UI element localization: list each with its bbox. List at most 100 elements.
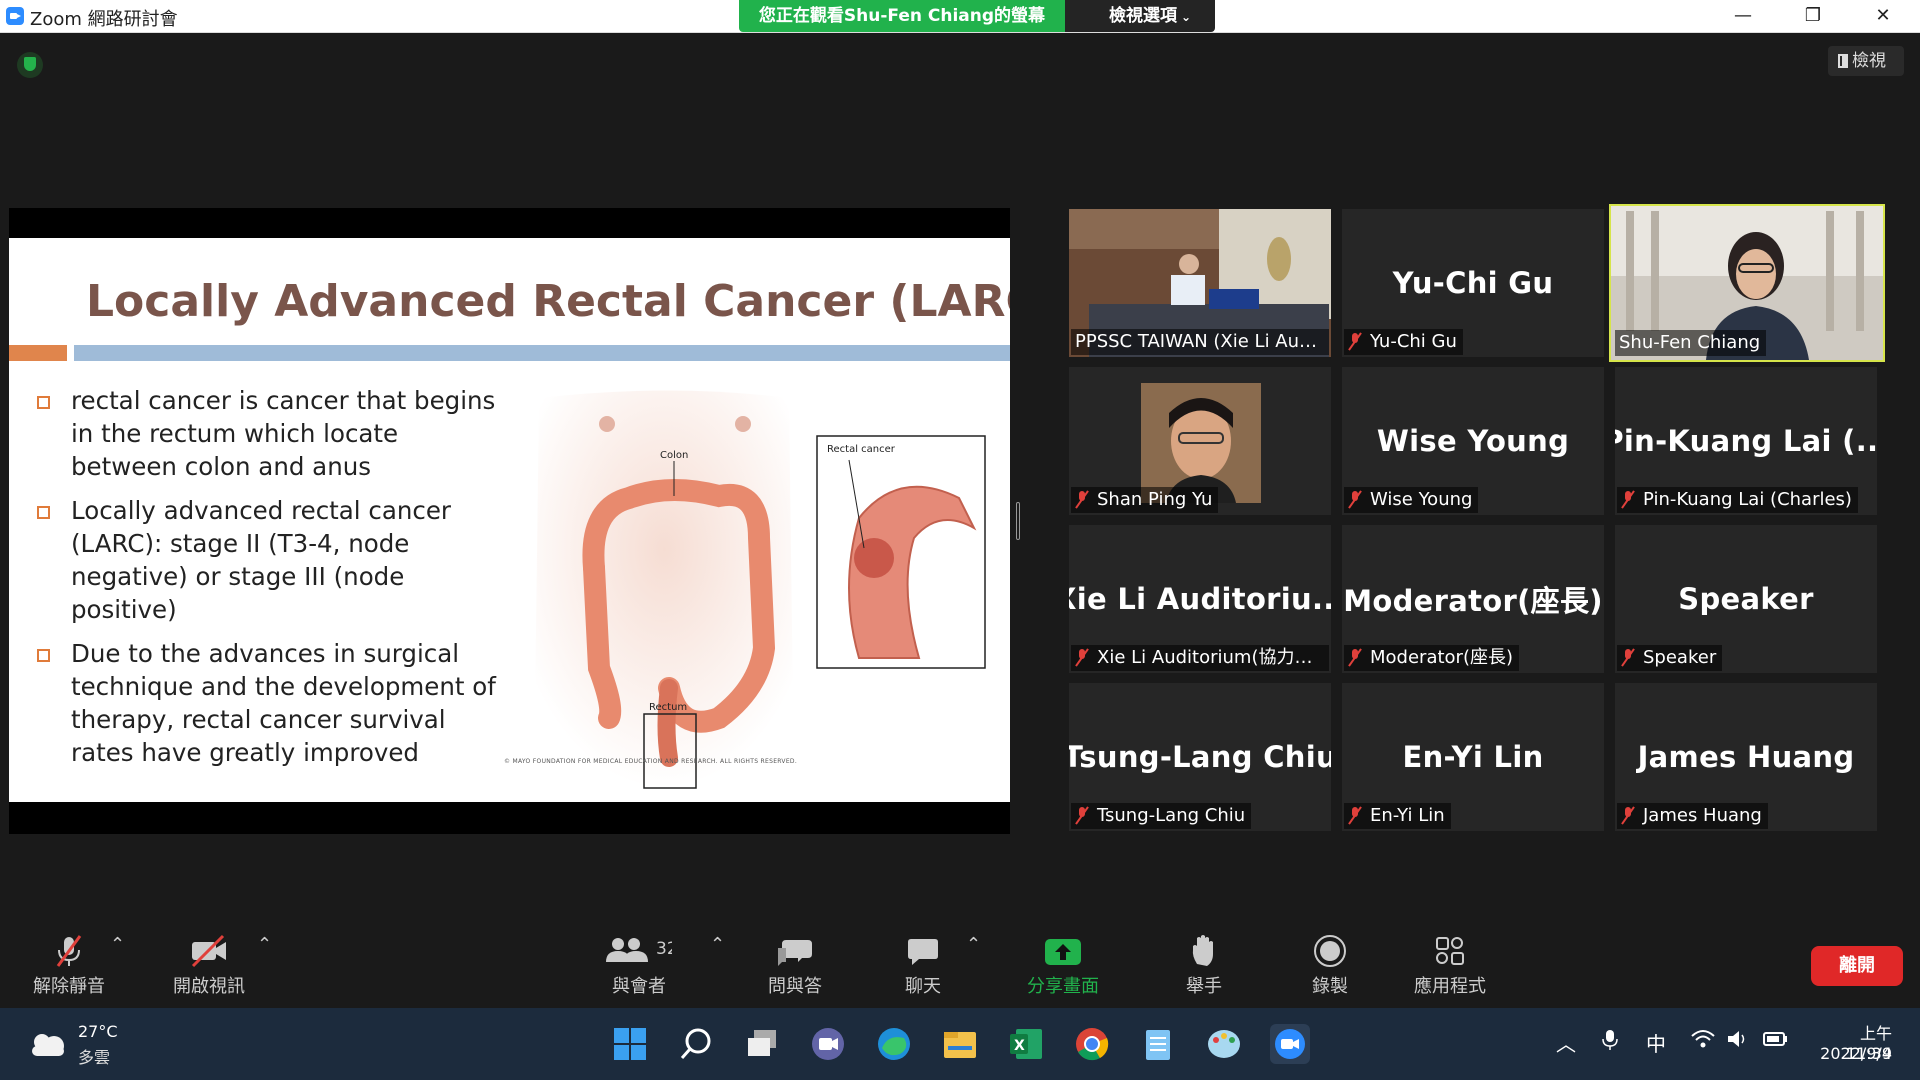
participant-name: Tsung-Lang Chiu xyxy=(1071,803,1252,829)
participant-tile[interactable]: Shan Ping Yu xyxy=(1069,367,1331,515)
rectum-label: Rectum xyxy=(649,702,687,713)
participants-options-caret[interactable]: ⌃ xyxy=(710,934,725,955)
participant-tile[interactable]: Moderator(座長) Moderator(座長) xyxy=(1342,525,1604,673)
participants-label: 與會者 xyxy=(612,976,666,997)
wifi-icon[interactable] xyxy=(1690,1028,1716,1055)
view-options-button[interactable]: 檢視選項 ⌄ xyxy=(1065,0,1215,32)
layout-icon xyxy=(1838,54,1848,68)
battery-icon[interactable] xyxy=(1762,1028,1790,1055)
participant-tile[interactable]: James Huang James Huang xyxy=(1615,683,1877,831)
slide-divider-bar xyxy=(74,345,1010,361)
window-titlebar: Zoom 網路研討會 您正在觀看Shu-Fen Chiang的螢幕 檢視選項 ⌄ … xyxy=(0,0,1920,33)
audio-options-caret[interactable]: ⌃ xyxy=(110,934,125,955)
qa-label: 問與答 xyxy=(768,976,822,997)
qa-button[interactable]: 問與答 xyxy=(760,934,830,998)
chat-options-caret[interactable]: ⌃ xyxy=(966,934,981,955)
nipple-right xyxy=(735,416,751,432)
apps-label: 應用程式 xyxy=(1414,976,1486,997)
start-video-label: 開啟視訊 xyxy=(173,976,245,997)
participants-button[interactable]: 32 與會者 xyxy=(606,934,672,998)
tumor-shape xyxy=(854,538,894,578)
windows-start-icon[interactable] xyxy=(610,1024,650,1064)
participant-tile[interactable]: PPSSC TAIWAN (Xie Li Audit... xyxy=(1069,209,1331,357)
qa-icon xyxy=(778,940,812,966)
show-hidden-icons-chevron[interactable]: ︿ xyxy=(1556,1028,1576,1057)
meeting-toolbar: 解除靜音 ⌃ 開啟視訊 ⌃ 32 與會者 ⌃ 問與答 聊天 ⌃ 分享畫面 舉手 … xyxy=(0,920,1920,1008)
windows-taskbar: 27°C 多雲 X ︿ 中 上午 11:39 2022/9/4 xyxy=(0,1008,1920,1080)
share-screen-label: 分享畫面 xyxy=(1027,976,1099,997)
teams-chat-icon[interactable] xyxy=(808,1024,848,1064)
participant-name: Pin-Kuang Lai (Charles) xyxy=(1617,487,1858,513)
cloud-icon xyxy=(28,1032,68,1058)
participant-name: Shan Ping Yu xyxy=(1071,487,1219,513)
participant-tile[interactable]: En-Yi Lin En-Yi Lin xyxy=(1342,683,1604,831)
muted-mic-icon xyxy=(1621,490,1635,508)
raise-hand-label: 舉手 xyxy=(1186,976,1222,997)
notepad-icon[interactable] xyxy=(1138,1024,1178,1064)
slide-accent-bar xyxy=(9,345,67,361)
slide-title: Locally Advanced Rectal Cancer (LARC) xyxy=(86,276,1010,327)
record-button[interactable]: 錄製 xyxy=(1306,934,1354,998)
participant-tile[interactable]: Yu-Chi Gu Yu-Chi Gu xyxy=(1342,209,1604,357)
muted-mic-icon xyxy=(1348,332,1362,350)
participant-tile[interactable]: Speaker Speaker xyxy=(1615,525,1877,673)
clock-date[interactable]: 2022/9/4 xyxy=(1812,1044,1892,1063)
shared-screen: Locally Advanced Rectal Cancer (LARC) re… xyxy=(9,208,1010,834)
record-label: 錄製 xyxy=(1312,976,1348,997)
muted-mic-icon xyxy=(1075,806,1089,824)
raise-hand-button[interactable]: 舉手 xyxy=(1176,934,1232,998)
raise-hand-icon xyxy=(1192,935,1213,966)
leave-button[interactable]: 離開 xyxy=(1811,946,1903,986)
zoom-taskbar-icon[interactable] xyxy=(1270,1024,1310,1064)
task-view-icon[interactable] xyxy=(742,1024,782,1064)
restore-button[interactable]: ❐ xyxy=(1778,0,1848,32)
participant-tile-active-speaker[interactable]: Shu-Fen Chiang xyxy=(1609,204,1885,362)
participant-tile[interactable]: Xie Li Auditoriu... Xie Li Auditorium(協力… xyxy=(1069,525,1331,673)
apps-button[interactable]: 應用程式 xyxy=(1412,934,1488,998)
muted-mic-icon xyxy=(1075,648,1089,666)
rectal-cancer-label: Rectal cancer xyxy=(827,444,896,455)
edge-browser-icon[interactable] xyxy=(874,1024,914,1064)
ime-indicator[interactable]: 中 xyxy=(1646,1028,1666,1057)
unmute-button[interactable]: 解除靜音 xyxy=(28,934,110,998)
paint-icon[interactable] xyxy=(1204,1024,1244,1064)
volume-icon[interactable] xyxy=(1726,1028,1750,1055)
participant-name: Shu-Fen Chiang xyxy=(1615,330,1767,356)
svg-text:X: X xyxy=(1014,1038,1025,1054)
search-icon[interactable] xyxy=(676,1024,716,1064)
view-options-label: 檢視選項 xyxy=(1109,6,1177,26)
start-video-button[interactable]: 開啟視訊 xyxy=(168,934,250,998)
participant-tile[interactable]: Pin-Kuang Lai (... Pin-Kuang Lai (Charle… xyxy=(1615,367,1877,515)
rectum-shape xyxy=(657,679,678,767)
microphone-tray-icon[interactable] xyxy=(1600,1028,1620,1057)
security-shield-icon[interactable] xyxy=(17,52,43,78)
excel-icon[interactable]: X xyxy=(1006,1024,1046,1064)
participant-name: Wise Young xyxy=(1344,487,1479,513)
record-icon xyxy=(1314,935,1346,967)
share-screen-icon xyxy=(1045,939,1081,965)
chat-icon xyxy=(908,939,938,965)
participant-avatar xyxy=(1141,383,1261,503)
participant-name: Moderator(座長) xyxy=(1344,645,1519,671)
minimize-button[interactable]: — xyxy=(1708,0,1778,32)
splitter-handle[interactable] xyxy=(1016,502,1020,540)
nipple-left xyxy=(599,416,615,432)
colon-label: Colon xyxy=(660,450,688,461)
muted-mic-icon xyxy=(1621,648,1635,666)
chat-button[interactable]: 聊天 xyxy=(888,934,958,998)
participant-name: Speaker xyxy=(1617,645,1723,671)
anatomy-illustration: Colon Rectum Rectal cancer xyxy=(534,390,986,789)
video-options-caret[interactable]: ⌃ xyxy=(257,934,272,955)
participant-name: PPSSC TAIWAN (Xie Li Audit... xyxy=(1071,329,1329,355)
participant-name: James Huang xyxy=(1617,803,1768,829)
chat-label: 聊天 xyxy=(905,976,941,997)
participant-tile[interactable]: Wise Young Wise Young xyxy=(1342,367,1604,515)
file-explorer-icon[interactable] xyxy=(940,1024,980,1064)
view-button[interactable]: 檢視 xyxy=(1828,46,1904,76)
weather-desc: 多雲 xyxy=(78,1048,111,1067)
chrome-icon[interactable] xyxy=(1072,1024,1112,1064)
muted-mic-icon xyxy=(1348,490,1362,508)
participant-tile[interactable]: Tsung-Lang Chiu Tsung-Lang Chiu xyxy=(1069,683,1331,831)
close-button[interactable]: ✕ xyxy=(1848,0,1918,32)
share-screen-button[interactable]: 分享畫面 xyxy=(1020,934,1106,998)
